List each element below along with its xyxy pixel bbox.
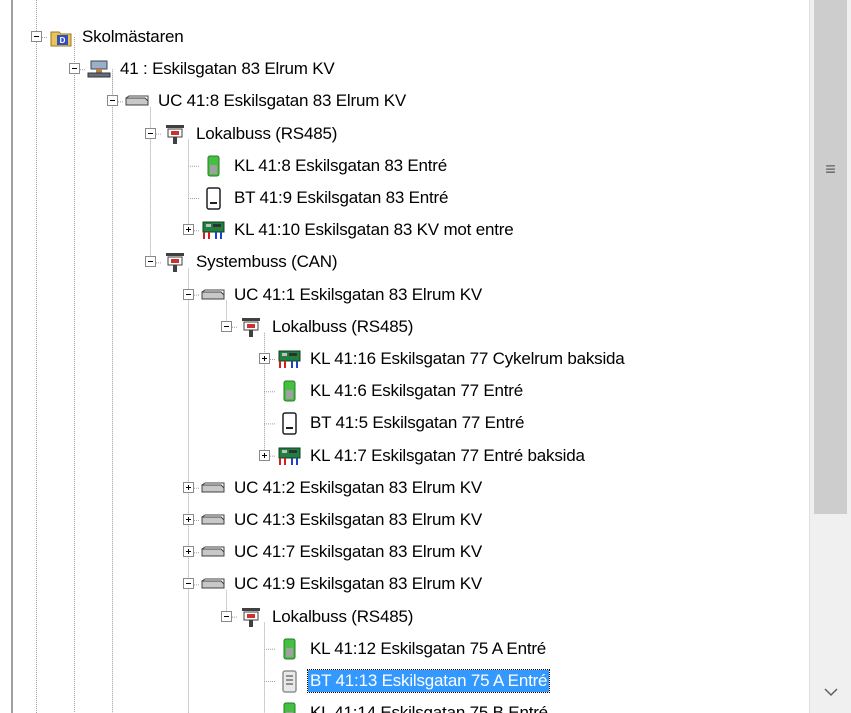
tree-node-label[interactable]: UC 41:2 Eskilsgatan 83 Elrum KV — [232, 477, 484, 499]
tree-node-label[interactable]: Lokalbuss (RS485) — [270, 316, 415, 338]
collapse-toggle-icon[interactable] — [183, 288, 194, 300]
card-reader-icon — [200, 153, 226, 179]
controller-unit-icon — [200, 475, 226, 501]
tree-node-skolmastaren[interactable]: D Skolmästaren — [14, 23, 809, 51]
collapse-toggle-icon[interactable] — [145, 127, 156, 139]
collapse-toggle-icon[interactable] — [69, 63, 80, 75]
tree-node-kl-41-6[interactable]: KL 41:6 Eskilsgatan 77 Entré — [14, 377, 809, 405]
tree-node-uc-41-2[interactable]: UC 41:2 Eskilsgatan 83 Elrum KV — [14, 474, 809, 502]
tree-node-uc-41-7[interactable]: UC 41:7 Eskilsgatan 83 Elrum KV — [14, 538, 809, 566]
tree-view-window: D Skolmästaren 41 : Eskilsgatan 83 Elrum… — [0, 0, 851, 713]
controller-unit-icon — [200, 539, 226, 565]
tree-node-label[interactable]: KL 41:6 Eskilsgatan 77 Entré — [308, 380, 525, 402]
card-reader-icon — [276, 378, 302, 404]
tree-node-label[interactable]: BT 41:5 Eskilsgatan 77 Entré — [308, 412, 526, 434]
expand-toggle-icon[interactable] — [183, 224, 194, 236]
tree-node-uc-41-1[interactable]: UC 41:1 Eskilsgatan 83 Elrum KV — [14, 281, 809, 309]
tree-node-label[interactable]: Lokalbuss (RS485) — [270, 606, 415, 628]
collapse-toggle-icon[interactable] — [183, 578, 194, 590]
tree-node-site-41[interactable]: 41 : Eskilsgatan 83 Elrum KV — [14, 55, 809, 83]
tree-node-kl-41-10[interactable]: KL 41:10 Eskilsgatan 83 KV mot entre — [14, 216, 809, 244]
tree-node-label-selected[interactable]: BT 41:13 Eskilsgatan 75 A Entré — [306, 669, 551, 693]
collapse-toggle-icon[interactable] — [145, 256, 156, 268]
expand-toggle-icon[interactable] — [183, 546, 194, 558]
tree-node-bt-41-13[interactable]: BT 41:13 Eskilsgatan 75 A Entré — [14, 667, 809, 695]
circuit-board-icon — [200, 217, 226, 243]
tree-node-label[interactable]: Systembuss (CAN) — [194, 251, 339, 273]
tree-node-kl-41-7[interactable]: KL 41:7 Eskilsgatan 77 Entré baksida — [14, 442, 809, 470]
controller-unit-icon — [200, 571, 226, 597]
tree-node-label[interactable]: UC 41:8 Eskilsgatan 83 Elrum KV — [156, 90, 408, 112]
tree-node-lokalbuss-2[interactable]: Lokalbuss (RS485) — [14, 313, 809, 341]
tree-node-label[interactable]: UC 41:9 Eskilsgatan 83 Elrum KV — [232, 573, 484, 595]
keypad-terminal-icon — [276, 668, 302, 694]
collapse-toggle-icon[interactable] — [221, 320, 232, 332]
tree-node-label[interactable]: KL 41:7 Eskilsgatan 77 Entré baksida — [308, 445, 587, 467]
circuit-board-icon — [276, 443, 302, 469]
database-folder-icon: D — [48, 24, 74, 50]
tree-node-lokalbuss-1[interactable]: Lokalbuss (RS485) — [14, 120, 809, 148]
tree-node-kl-41-12[interactable]: KL 41:12 Eskilsgatan 75 A Entré — [14, 635, 809, 663]
card-reader-icon — [276, 700, 302, 713]
collapse-toggle-icon[interactable] — [107, 95, 118, 107]
circuit-board-icon — [276, 346, 302, 372]
tree-node-label[interactable]: BT 41:9 Eskilsgatan 83 Entré — [232, 187, 450, 209]
bus-connector-icon — [238, 604, 264, 630]
svg-text:D: D — [60, 36, 66, 45]
keypad-terminal-icon — [276, 410, 302, 436]
scrollbar-thumb[interactable]: ≡ — [814, 0, 847, 514]
vertical-scrollbar[interactable]: ≡ — [809, 0, 851, 713]
controller-unit-icon — [124, 88, 150, 114]
tree-node-label[interactable]: KL 41:14 Eskilsgatan 75 B Entré — [308, 702, 550, 713]
tree-node-systembuss[interactable]: Systembuss (CAN) — [14, 248, 809, 276]
expand-toggle-icon[interactable] — [259, 353, 270, 364]
bus-connector-icon — [162, 121, 188, 147]
tree-node-label[interactable]: KL 41:8 Eskilsgatan 83 Entré — [232, 155, 449, 177]
network-computer-icon — [86, 56, 112, 82]
expand-toggle-icon[interactable] — [183, 514, 194, 525]
tree-node-uc-41-8[interactable]: UC 41:8 Eskilsgatan 83 Elrum KV — [14, 87, 809, 115]
controller-unit-icon — [200, 507, 226, 533]
tree-node-label[interactable]: KL 41:16 Eskilsgatan 77 Cykelrum baksida — [308, 348, 627, 370]
tree-node-kl-41-14[interactable]: KL 41:14 Eskilsgatan 75 B Entré — [14, 699, 809, 713]
tree-node-lokalbuss-3[interactable]: Lokalbuss (RS485) — [14, 603, 809, 631]
tree-node-label[interactable]: Skolmästaren — [80, 26, 186, 48]
scroll-down-button[interactable] — [810, 672, 851, 713]
collapse-toggle-icon[interactable] — [31, 31, 42, 42]
tree-view[interactable]: D Skolmästaren 41 : Eskilsgatan 83 Elrum… — [14, 0, 809, 713]
tree-node-bt-41-9[interactable]: BT 41:9 Eskilsgatan 83 Entré — [14, 184, 809, 212]
controller-unit-icon — [200, 282, 226, 308]
tree-node-label[interactable]: UC 41:7 Eskilsgatan 83 Elrum KV — [232, 541, 484, 563]
tree-node-uc-41-3[interactable]: UC 41:3 Eskilsgatan 83 Elrum KV — [14, 506, 809, 534]
tree-node-kl-41-16[interactable]: KL 41:16 Eskilsgatan 77 Cykelrum baksida — [14, 345, 809, 373]
tree-node-label[interactable]: KL 41:12 Eskilsgatan 75 A Entré — [308, 638, 548, 660]
collapse-toggle-icon[interactable] — [221, 610, 232, 622]
tree-node-label[interactable]: 41 : Eskilsgatan 83 Elrum KV — [118, 58, 337, 80]
card-reader-icon — [276, 636, 302, 662]
tree-node-uc-41-9[interactable]: UC 41:9 Eskilsgatan 83 Elrum KV — [14, 570, 809, 598]
bus-connector-icon — [162, 249, 188, 275]
tree-node-label[interactable]: UC 41:1 Eskilsgatan 83 Elrum KV — [232, 284, 484, 306]
tree-node-label[interactable]: UC 41:3 Eskilsgatan 83 Elrum KV — [232, 509, 484, 531]
expand-toggle-icon[interactable] — [183, 481, 194, 493]
tree-node-kl-41-8[interactable]: KL 41:8 Eskilsgatan 83 Entré — [14, 152, 809, 180]
tree-node-label[interactable]: KL 41:10 Eskilsgatan 83 KV mot entre — [232, 219, 515, 241]
chevron-down-icon — [824, 684, 838, 702]
bus-connector-icon — [238, 314, 264, 340]
keypad-terminal-icon — [200, 185, 226, 211]
expand-toggle-icon[interactable] — [259, 449, 270, 461]
tree-node-bt-41-5[interactable]: BT 41:5 Eskilsgatan 77 Entré — [14, 409, 809, 437]
grip-lines-icon: ≡ — [825, 159, 836, 179]
tree-node-label[interactable]: Lokalbuss (RS485) — [194, 123, 339, 145]
